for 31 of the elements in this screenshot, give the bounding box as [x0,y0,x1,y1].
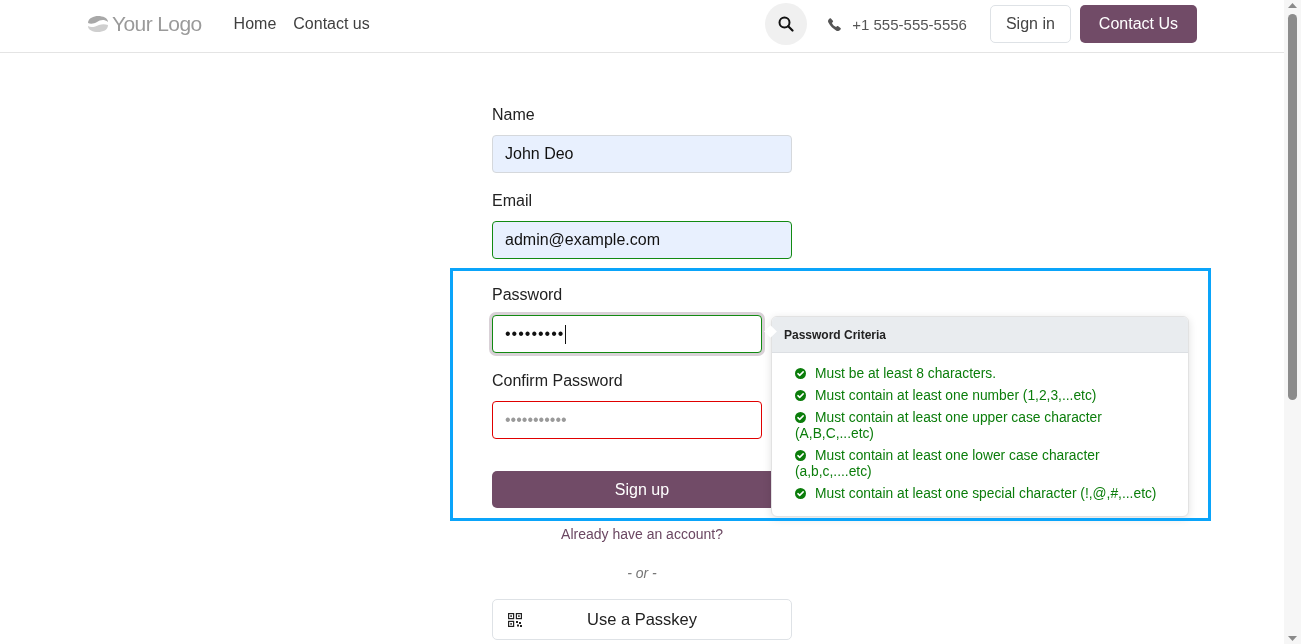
search-icon [778,16,795,32]
criteria-text: Must contain at least one lower case character (a,b,c,....etc) [795,448,1100,479]
phone-icon [828,17,842,31]
popover-title: Password Criteria [784,327,887,342]
or-separator: - or - [627,564,657,583]
criteria-text: Must be at least 8 characters. [815,366,996,381]
field-label: Name [492,105,536,125]
scroll-down-icon[interactable] [1288,636,1297,641]
criteria-text: Must contain at least one special character (!,@,#,...etc) [815,486,1157,501]
phone-number: +1 555-555-5556 [852,15,967,33]
contact-us-button[interactable]: Contact Us [1079,5,1197,43]
nav-link[interactable]: Contact us [285,11,378,37]
sign-in-button[interactable]: Sign in [989,5,1071,43]
field-label: Confirm Password [492,371,624,391]
nav-link[interactable]: Home [225,11,285,37]
criteria-text: Must contain at least one number (1,2,3,...etc) [815,388,1097,403]
field-label: Password [492,285,564,305]
scrollbar-thumb[interactable] [1288,14,1297,400]
password-field[interactable]: ••••••••• [492,315,762,353]
login-link[interactable]: Already have an account? [561,522,723,546]
logo-icon [87,16,109,32]
passkey-button[interactable]: Use a Passkey [492,599,792,640]
name-field[interactable]: John Deo [492,135,792,173]
field-label: Email [492,191,533,211]
qr-code-icon [508,612,522,627]
email-field[interactable]: admin@example.com [492,221,792,259]
password-field[interactable]: ••••••••••• [492,401,762,439]
scroll-up-icon[interactable] [1288,3,1297,8]
search-button[interactable] [765,3,808,45]
criteria-text: Must contain at least one upper case character (A,B,C,...etc) [795,410,1102,441]
scrollbar[interactable] [1284,0,1301,644]
